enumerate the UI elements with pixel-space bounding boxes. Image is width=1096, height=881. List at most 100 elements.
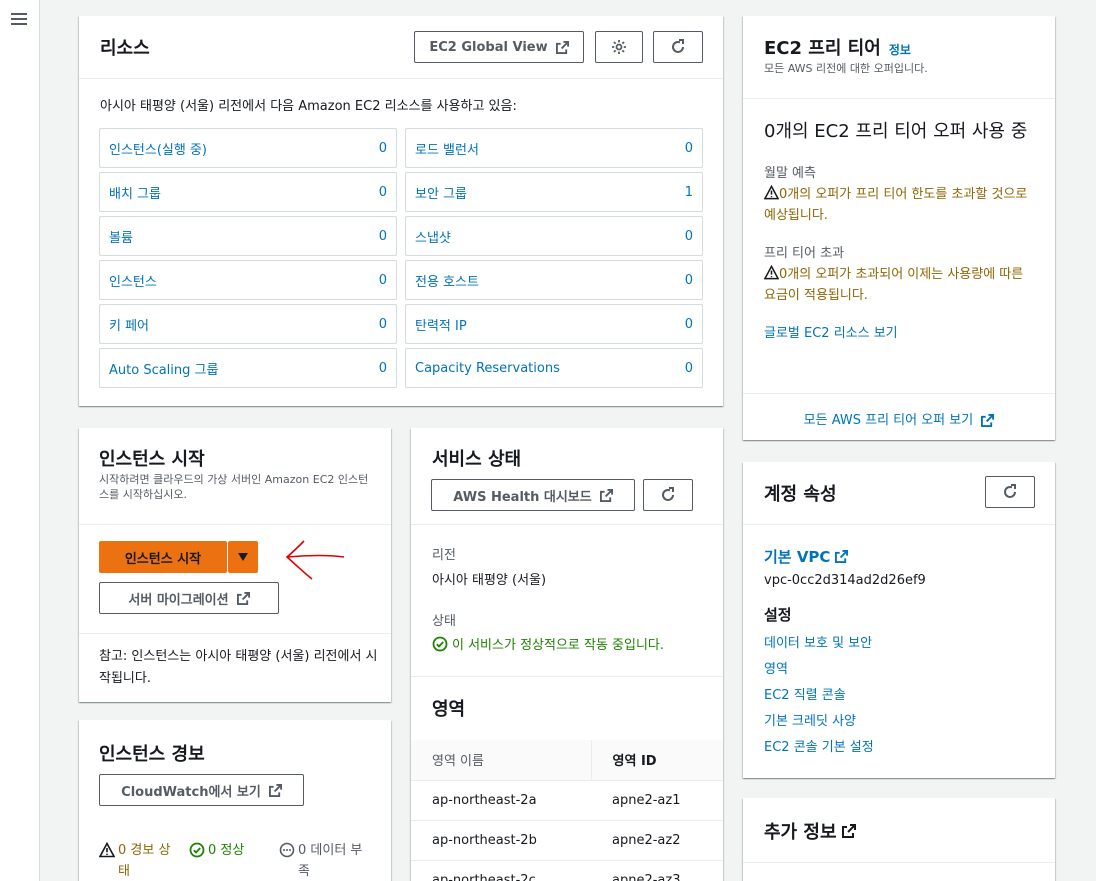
- additional-info-title-row: 추가 정보: [764, 818, 856, 844]
- resources-title: 리소스: [100, 38, 150, 59]
- resource-item[interactable]: Auto Scaling 그룹 0: [99, 348, 397, 388]
- account-refresh-button[interactable]: [985, 476, 1035, 508]
- zone-id-cell: apne2-az1: [591, 780, 723, 821]
- account-attributes-card: 계정 속성 기본 VPC vpc-0cc2d314ad2d26ef9 설정 데이…: [743, 462, 1055, 778]
- free-tier-card: EC2 프리 티어 정보 모든 AWS 리전에 대한 오퍼입니다. 0개의 EC…: [743, 16, 1055, 440]
- resource-item[interactable]: 인스턴스(실행 중) 0: [99, 128, 397, 168]
- resource-item[interactable]: 스냅샷 0: [405, 216, 703, 256]
- resource-item[interactable]: 전용 호스트 0: [405, 260, 703, 300]
- gear-icon: [612, 40, 626, 54]
- menu-icon[interactable]: [11, 13, 27, 26]
- account-settings-link[interactable]: 데이터 보호 및 보안: [764, 632, 874, 658]
- settings-button[interactable]: [595, 31, 643, 63]
- check-circle-icon: [432, 636, 448, 651]
- server-migration-button[interactable]: 서버 마이그레이션: [99, 582, 279, 614]
- resource-item-label[interactable]: 인스턴스: [109, 271, 157, 290]
- free-tier-header: EC2 프리 티어 정보 모든 AWS 리전에 대한 오퍼입니다.: [743, 16, 1055, 99]
- resource-item[interactable]: 볼륨 0: [99, 216, 397, 256]
- service-health-card: 서비스 상태 AWS Health 대시보드 리전 아시아 태평양 (서울) 상…: [411, 428, 723, 676]
- external-link-icon: [555, 40, 569, 54]
- resource-item-count: 0: [378, 140, 387, 156]
- resource-item-count: 0: [378, 272, 387, 288]
- resource-item-label[interactable]: Capacity Reservations: [415, 361, 560, 376]
- cloudwatch-label: CloudWatch에서 보기: [121, 784, 261, 800]
- warning-icon: [763, 264, 780, 280]
- zones-table: 영역 이름 영역 ID ap-northeast-2a apne2-az1 ap-n…: [411, 740, 723, 881]
- exceeded-warning-text: 0개의 오퍼가 초과되어 이제는 사용량에 따른 요금이 적용됩니다.: [764, 267, 1024, 303]
- resource-item-label[interactable]: 볼륨: [109, 227, 133, 246]
- insufficient-data-status: 0 데이터 부족: [279, 840, 371, 881]
- zone-name-column-header[interactable]: 영역 이름: [411, 740, 592, 781]
- resource-item-count: 0: [378, 228, 387, 244]
- ec2-global-view-label: EC2 Global View: [429, 39, 548, 55]
- resource-item[interactable]: 보안 그룹 1: [405, 172, 703, 212]
- zone-id-cell: apne2-az3: [591, 860, 723, 881]
- resource-item-label[interactable]: 배치 그룹: [109, 183, 161, 202]
- resource-item[interactable]: Capacity Reservations 0: [405, 348, 703, 388]
- ok-state-status: 0 정상: [189, 840, 244, 861]
- aws-health-dashboard-button[interactable]: AWS Health 대시보드: [431, 479, 635, 511]
- free-tier-info-link[interactable]: 정보: [889, 41, 911, 58]
- resource-item-label[interactable]: 스냅샷: [415, 227, 451, 246]
- resource-item-label[interactable]: 보안 그룹: [415, 183, 467, 202]
- resource-item-count: 0: [684, 272, 693, 288]
- ec2-global-view-button[interactable]: EC2 Global View: [414, 31, 584, 63]
- refresh-button[interactable]: [653, 31, 703, 63]
- resource-item-count: 0: [378, 316, 387, 332]
- resource-item[interactable]: 배치 그룹 0: [99, 172, 397, 212]
- resource-item[interactable]: 로드 밸런서 0: [405, 128, 703, 168]
- free-tier-usage: 0개의 EC2 프리 티어 오퍼 사용 중: [764, 121, 1028, 142]
- free-tier-subtitle: 모든 AWS 리전에 대한 오퍼입니다.: [764, 62, 928, 75]
- service-status-text: 이 서비스가 정상적으로 작동 중입니다.: [452, 638, 665, 653]
- resource-item-label[interactable]: 키 페어: [109, 315, 149, 334]
- external-link-icon: [236, 591, 250, 605]
- zone-id-column-header[interactable]: 영역 ID: [591, 740, 723, 781]
- resources-intro: 아시아 태평양 (서울) 리전에서 다음 Amazon EC2 리소스를 사용하…: [100, 99, 517, 114]
- resource-item-label[interactable]: Auto Scaling 그룹: [109, 359, 218, 378]
- exceeded-warning: 0개의 오퍼가 초과되어 이제는 사용량에 따른 요금이 적용됩니다.: [763, 264, 1039, 306]
- zone-name-cell: ap-northeast-2c: [411, 860, 591, 881]
- account-settings-link[interactable]: EC2 콘솔 기본 설정: [764, 736, 874, 762]
- account-settings-link[interactable]: EC2 직렬 콘솔: [764, 684, 874, 710]
- all-free-tier-offers-link[interactable]: 모든 AWS 프리 티어 오퍼 보기: [743, 409, 1055, 428]
- account-settings-link[interactable]: 기본 크레딧 사양: [764, 710, 874, 736]
- forecast-label: 월말 예측: [764, 166, 816, 181]
- zones-table-body: ap-northeast-2a apne2-az1 ap-northeast-2b a…: [411, 780, 723, 881]
- launch-header: 인스턴스 시작 시작하려면 클라우드의 가상 서버인 Amazon EC2 인스…: [79, 428, 391, 525]
- external-link-icon: [981, 414, 995, 427]
- table-row: ap-northeast-2b apne2-az2: [411, 820, 723, 861]
- zone-id-cell: apne2-az2: [591, 820, 723, 861]
- service-status: 이 서비스가 정상적으로 작동 중입니다.: [432, 634, 664, 653]
- free-tier-title: EC2 프리 티어: [764, 38, 881, 59]
- region-label: 리전: [432, 548, 456, 563]
- default-vpc-link[interactable]: 기본 VPC: [764, 546, 849, 567]
- cloudwatch-button[interactable]: CloudWatch에서 보기: [99, 774, 304, 806]
- resource-item-label[interactable]: 인스턴스(실행 중): [109, 139, 207, 158]
- account-settings-links: 데이터 보호 및 보안 영역 EC2 직렬 콘솔 기본 크레딧 사양 EC2 콘솔 기본…: [764, 632, 874, 762]
- table-row: ap-northeast-2c apne2-az3: [411, 860, 723, 881]
- refresh-icon: [662, 487, 674, 501]
- resource-item[interactable]: 인스턴스 0: [99, 260, 397, 300]
- resource-item[interactable]: 키 페어 0: [99, 304, 397, 344]
- free-tier-title-row: EC2 프리 티어 정보: [764, 34, 911, 60]
- resource-item-count: 0: [684, 140, 693, 156]
- global-ec2-resources-link[interactable]: 글로벌 EC2 리소스 보기: [764, 322, 898, 341]
- launch-instance-button[interactable]: 인스턴스 시작: [99, 541, 227, 573]
- aws-health-dashboard-label: AWS Health 대시보드: [453, 489, 592, 505]
- more-circle-icon: [279, 842, 295, 858]
- region-value: 아시아 태평양 (서울): [432, 573, 547, 588]
- zones-table-header: 영역 이름 영역 ID: [411, 740, 723, 781]
- service-health-header: 서비스 상태 AWS Health 대시보드: [411, 428, 723, 525]
- resource-item-label[interactable]: 탄력적 IP: [415, 315, 467, 334]
- resource-item[interactable]: 탄력적 IP 0: [405, 304, 703, 344]
- all-free-tier-offers-label: 모든 AWS 프리 티어 오퍼 보기: [803, 413, 974, 428]
- service-health-title: 서비스 상태: [432, 449, 522, 470]
- health-refresh-button[interactable]: [643, 479, 693, 511]
- resource-item-label[interactable]: 전용 호스트: [415, 271, 479, 290]
- additional-info-card: 추가 정보: [743, 798, 1055, 881]
- launch-dropdown-button[interactable]: [228, 541, 258, 573]
- account-settings-link[interactable]: 영역: [764, 658, 874, 684]
- resource-item-label[interactable]: 로드 밸런서: [415, 139, 479, 158]
- free-tier-divider: [743, 393, 1055, 394]
- table-row: ap-northeast-2a apne2-az1: [411, 780, 723, 821]
